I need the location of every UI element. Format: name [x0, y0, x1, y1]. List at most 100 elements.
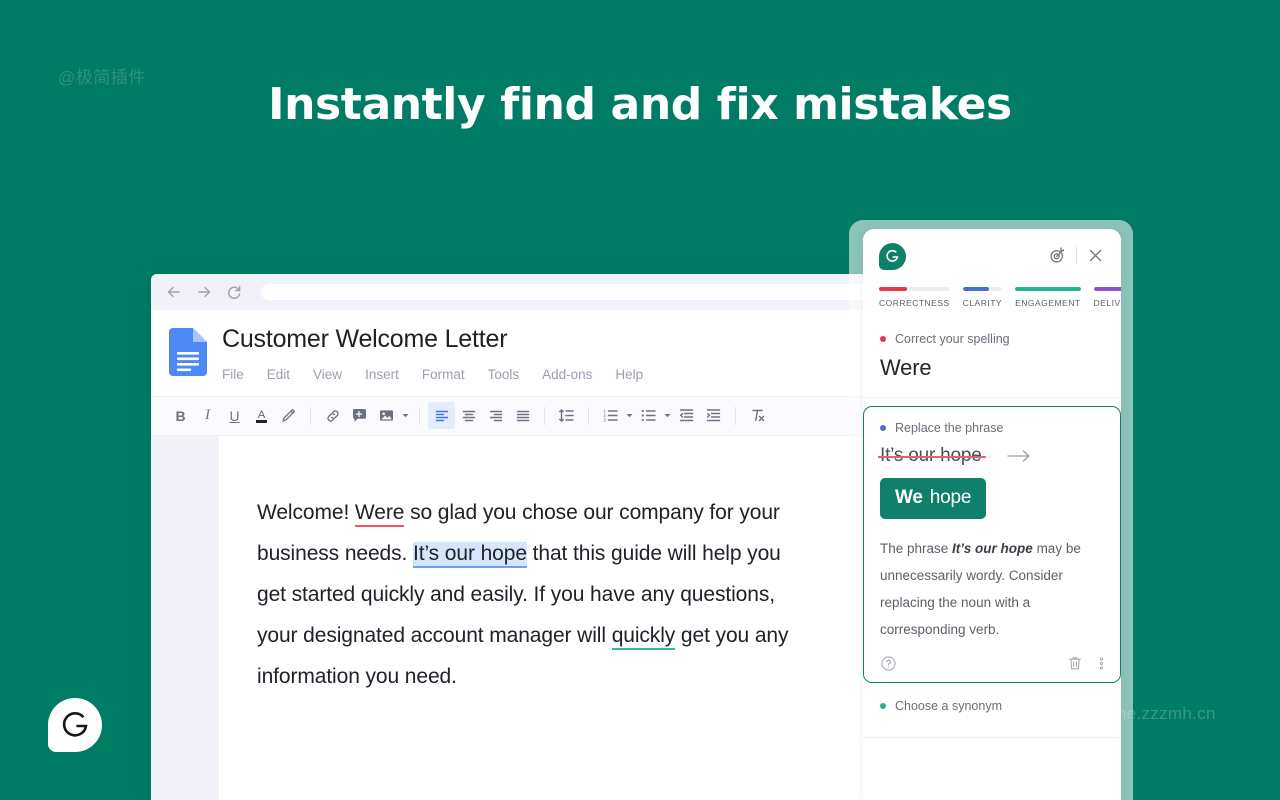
page-headline: Instantly find and fix mistakes	[268, 79, 1012, 130]
toolbar-divider	[735, 406, 736, 425]
replace-row: It’s our hope	[878, 445, 1104, 467]
decrease-indent-icon[interactable]	[673, 402, 700, 429]
explanation-pre: The phrase	[880, 541, 953, 556]
clear-formatting-icon[interactable]	[744, 402, 771, 429]
numbered-list-icon[interactable]: 123	[597, 402, 624, 429]
clarity-error-its-our-hope[interactable]: It’s our hope	[413, 541, 527, 568]
add-comment-icon[interactable]	[346, 402, 373, 429]
document-title[interactable]: Customer Welcome Letter	[222, 325, 643, 354]
category-dot-clarity	[880, 425, 886, 431]
suggestion-headline: Were	[880, 355, 932, 380]
menu-item-edit[interactable]: Edit	[267, 367, 290, 382]
score-label: DELIVERY	[1093, 298, 1121, 308]
score-label: ENGAGEMENT	[1015, 298, 1081, 308]
score-fill	[962, 287, 989, 291]
document-paragraph[interactable]: Welcome! Were so glad you chose our comp…	[257, 492, 802, 697]
menu-item-view[interactable]: View	[313, 367, 342, 382]
more-vertical-icon[interactable]	[1099, 655, 1104, 672]
score-track	[1015, 287, 1081, 291]
menu-item-insert[interactable]: Insert	[365, 367, 399, 382]
grammarly-sidebar-header	[863, 229, 1121, 270]
toolbar-divider	[419, 406, 420, 425]
italic-icon[interactable]: I	[194, 402, 221, 429]
arrow-right-icon[interactable]	[195, 283, 213, 301]
engagement-error-quickly[interactable]: quickly	[611, 623, 675, 650]
category-dot-engagement	[880, 703, 886, 709]
numbered-list-chevron-down-icon[interactable]	[624, 402, 635, 429]
suggestion-kicker-label: Correct your spelling	[895, 332, 1010, 346]
spelling-error-were[interactable]: Were	[354, 500, 404, 527]
insert-link-icon[interactable]	[319, 402, 346, 429]
score-label: CLARITY	[962, 298, 1003, 308]
insert-image-icon[interactable]	[373, 402, 400, 429]
score-track	[1093, 287, 1121, 291]
google-docs-icon	[169, 328, 207, 376]
score-fill	[1093, 287, 1121, 291]
goals-target-icon[interactable]	[1048, 246, 1067, 265]
align-right-icon[interactable]	[482, 402, 509, 429]
score-correctness[interactable]: CORRECTNESS	[879, 287, 950, 308]
explanation-emphasis: It’s our hope	[952, 541, 1033, 556]
help-circle-icon[interactable]	[880, 655, 897, 672]
doc-text-segment-1: Welcome!	[257, 500, 355, 524]
document-left-margin	[151, 435, 219, 800]
suggestion-kicker: Replace the phrase	[880, 421, 1104, 435]
docs-menubar: File Edit View Insert Format Tools Add-o…	[222, 367, 643, 382]
score-fill	[879, 287, 908, 291]
suggestion-kicker-label: Choose a synonym	[895, 699, 1003, 713]
header-divider	[1076, 247, 1077, 264]
arrow-right-icon	[1006, 448, 1032, 464]
highlight-pen-icon[interactable]	[275, 402, 302, 429]
close-icon[interactable]	[1086, 246, 1105, 265]
bulleted-list-chevron-down-icon[interactable]	[662, 402, 673, 429]
arrow-left-icon[interactable]	[165, 283, 183, 301]
suggestion-kicker: Choose a synonym	[880, 699, 1104, 713]
svg-text:A: A	[258, 409, 266, 421]
footer-right-actions	[1067, 655, 1104, 672]
category-dot-correctness	[880, 336, 886, 342]
svg-text:3: 3	[603, 418, 606, 423]
suggestion-card-spelling[interactable]: Correct your spelling Were	[863, 320, 1121, 398]
grammarly-logo-icon	[879, 243, 906, 270]
suggestion-rest-word: hope	[929, 487, 972, 508]
original-phrase-strikethrough: It’s our hope	[878, 445, 986, 467]
text-color-icon[interactable]: A	[248, 402, 275, 429]
underline-icon[interactable]: U	[221, 402, 248, 429]
line-spacing-icon[interactable]	[553, 402, 580, 429]
align-left-icon[interactable]	[428, 402, 455, 429]
score-label: CORRECTNESS	[879, 298, 950, 308]
apply-suggestion-button[interactable]: We hope	[880, 478, 987, 519]
toolbar-divider	[588, 406, 589, 425]
bulleted-list-icon[interactable]	[635, 402, 662, 429]
score-fill	[1015, 287, 1081, 291]
score-clarity[interactable]: CLARITY	[962, 287, 1003, 308]
score-delivery[interactable]: DELIVERY	[1093, 287, 1121, 308]
grammarly-suggestion-list: Correct your spelling Were Replace the p…	[863, 308, 1121, 800]
grammarly-brand-logo	[48, 698, 102, 752]
increase-indent-icon[interactable]	[700, 402, 727, 429]
align-justify-icon[interactable]	[509, 402, 536, 429]
toolbar-divider	[310, 406, 311, 425]
reload-icon[interactable]	[225, 283, 243, 301]
menu-item-help[interactable]: Help	[615, 367, 643, 382]
score-track	[962, 287, 1003, 291]
menu-item-file[interactable]: File	[222, 367, 244, 382]
score-track	[879, 287, 950, 291]
suggestion-bold-word: We	[895, 487, 923, 508]
grammarly-header-actions	[1048, 243, 1105, 265]
suggestion-explanation: The phrase It’s our hope may be unnecess…	[880, 535, 1104, 643]
toolbar-divider	[544, 406, 545, 425]
menu-item-addons[interactable]: Add-ons	[542, 367, 592, 382]
suggestion-kicker: Correct your spelling	[880, 332, 1104, 346]
image-options-chevron-down-icon[interactable]	[400, 402, 411, 429]
align-center-icon[interactable]	[455, 402, 482, 429]
trash-icon[interactable]	[1067, 655, 1083, 672]
score-engagement[interactable]: ENGAGEMENT	[1015, 287, 1081, 308]
suggestion-card-clarity-expanded[interactable]: Replace the phrase It’s our hope We hope …	[863, 406, 1121, 683]
suggestion-kicker-label: Replace the phrase	[895, 421, 1004, 435]
menu-item-format[interactable]: Format	[422, 367, 465, 382]
suggestion-card-footer	[880, 655, 1104, 672]
bold-icon[interactable]: B	[167, 402, 194, 429]
watermark-bottom-right: chrome.zzzmh.cn	[1078, 704, 1216, 723]
menu-item-tools[interactable]: Tools	[488, 367, 520, 382]
